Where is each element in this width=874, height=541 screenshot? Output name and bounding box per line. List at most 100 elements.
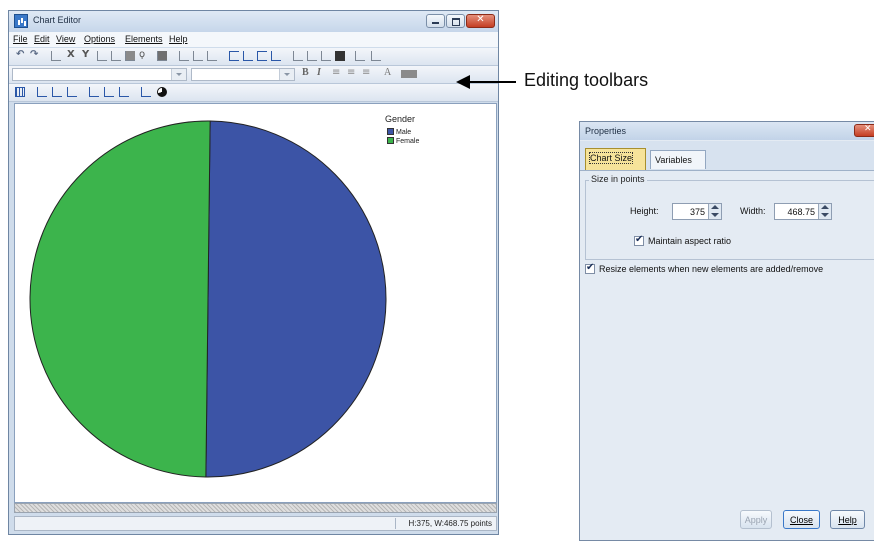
pie-chart[interactable] [15,104,496,502]
legend-icon[interactable] [355,51,365,61]
bars-icon[interactable] [307,51,317,61]
chart-canvas[interactable]: Gender Male Female [14,103,497,503]
spinner-arrows-icon[interactable] [818,204,831,219]
chart-editor-app-icon [14,14,28,28]
close-window-button[interactable]: ✕ [466,14,495,28]
histogram-icon[interactable] [141,87,151,97]
table-icon[interactable] [125,51,135,61]
height-value: 375 [689,207,705,217]
align-left-icon[interactable]: ≡ [332,67,340,78]
properties-titlebar[interactable]: Properties ✕ [580,122,874,140]
bar-chart-icon[interactable] [37,87,47,97]
fill-color-icon[interactable] [401,70,417,78]
size-group [585,180,874,260]
tab-chart-size-label: Chart Size [588,152,634,164]
format-toolbar: B I ≡ ≡ ≡ A [9,66,498,84]
legend-label-male: Male [396,129,412,136]
labels-icon[interactable] [335,51,345,61]
font-size-combo[interactable] [191,68,295,81]
italic-button[interactable]: I [317,67,321,78]
close-button[interactable]: Close [783,510,820,529]
status-bar: H:375, W:468.75 points [14,516,497,531]
height-spinner[interactable]: 375 [672,203,722,220]
properties-window: Properties ✕ Chart Size Variables Size i… [579,121,874,541]
menu-view[interactable]: View [56,34,75,44]
width-label: Width: [740,206,766,216]
x-axis-icon[interactable]: X [67,49,75,60]
reference-line-y-icon[interactable] [193,51,203,61]
maintain-aspect-checkbox[interactable] [634,234,644,246]
size-group-label: Size in points [589,174,647,184]
menu-help[interactable]: Help [169,34,188,44]
minimize-button[interactable] [426,14,445,28]
elements-toolbar: ↶ ↷ X Y ϙ [9,48,498,66]
close-button-label: Close [789,515,813,525]
align-center-icon[interactable]: ≡ [347,67,355,78]
height-label: Height: [630,206,659,216]
align-right-icon[interactable]: ≡ [362,67,370,78]
columns-icon[interactable] [371,51,381,61]
tab-chart-size[interactable]: Chart Size [585,148,646,170]
legend-item-female: Female [387,137,419,145]
undo-icon[interactable]: ↶ [16,49,24,60]
legend-label-female: Female [396,138,420,145]
mixed-chart-icon[interactable] [104,87,114,97]
fit-line-icon[interactable] [207,51,217,61]
chart-type-toolbar [9,84,498,102]
redo-icon[interactable]: ↷ [30,49,38,60]
resize-elements-checkbox[interactable] [585,262,595,274]
pie-slice-male[interactable] [205,120,387,478]
menu-elements[interactable]: Elements [125,34,163,44]
y-axis-icon[interactable]: Y [82,49,89,60]
spinner-arrows-icon[interactable] [708,204,721,219]
legend-swatch-male [387,128,394,135]
properties-title: Properties [585,126,627,136]
frame-inner-icon[interactable] [321,51,331,61]
footnote-icon[interactable] [271,51,281,61]
textbox-icon[interactable] [257,51,267,61]
reference-line-x-icon[interactable] [179,51,189,61]
title-box-icon[interactable] [229,51,239,61]
line-chart-icon[interactable] [67,87,77,97]
grid-icon[interactable] [293,51,303,61]
chevron-down-icon[interactable] [171,69,186,80]
help-button[interactable]: Help [830,510,865,529]
width-spinner[interactable]: 468.75 [774,203,832,220]
callout-label: Editing toolbars [524,70,649,90]
data-editor-icon[interactable] [15,87,25,97]
lasso-icon[interactable]: ϙ [139,49,145,60]
properties-close-button[interactable]: ✕ [854,124,874,137]
scale-icon[interactable] [97,51,107,61]
maintain-aspect-label: Maintain aspect ratio [648,236,732,246]
bold-button[interactable]: B [302,67,309,78]
menu-edit[interactable]: Edit [34,34,50,44]
maximize-button[interactable] [446,14,465,28]
font-combo[interactable] [12,68,187,81]
properties-icon[interactable] [51,51,61,61]
chart-editor-window: Chart Editor ✕ File Edit View Options El… [8,10,499,535]
tab-variables-label: Variables [655,155,692,165]
bar-chart-3d-icon[interactable] [52,87,62,97]
scatter-chart-icon[interactable] [119,87,129,97]
chart-editor-titlebar[interactable]: Chart Editor ✕ [9,11,498,32]
close-icon: ✕ [864,124,872,134]
pie-slice-female[interactable] [29,120,211,478]
area-chart-icon[interactable] [89,87,99,97]
resize-elements-label: Resize elements when new elements are ad… [599,264,824,274]
callout-line [468,81,516,83]
subtitle-icon[interactable] [243,51,253,61]
frame-icon[interactable] [157,51,167,61]
title-icon[interactable] [111,51,121,61]
legend-swatch-female [387,137,394,144]
tab-variables[interactable]: Variables [650,150,706,169]
close-icon: ✕ [476,14,485,25]
text-size-icon[interactable]: A [384,67,391,78]
menu-file[interactable]: File [13,34,28,44]
chevron-down-icon[interactable] [279,69,294,80]
legend-item-male: Male [387,128,411,136]
help-button-label: Help [838,515,857,525]
apply-button[interactable]: Apply [740,510,772,529]
pie-chart-icon[interactable] [157,87,167,97]
hatched-bar [14,503,497,513]
menu-options[interactable]: Options [84,34,115,44]
